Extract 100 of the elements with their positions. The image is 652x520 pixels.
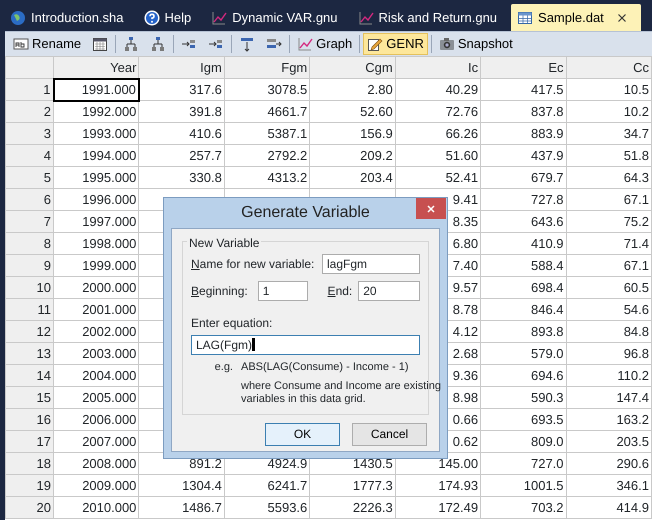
row-header[interactable]: 15 [6,386,54,408]
close-button[interactable] [416,198,446,219]
grid-cell[interactable]: 174.93 [395,474,481,496]
column-header[interactable]: Cc [566,56,652,78]
grid-cell[interactable]: 2006.000 [54,408,139,430]
column-header[interactable]: Igm [138,56,224,78]
document-tab[interactable]: Dynamic VAR.gnu [205,4,350,31]
grid-cell[interactable]: 5387.1 [224,122,310,144]
grid-cell[interactable]: 147.4 [566,386,652,408]
grid-cell[interactable]: 156.9 [310,122,396,144]
grid-cell[interactable]: 414.9 [566,496,652,518]
row-header[interactable]: 2 [6,100,54,122]
grid-cell[interactable]: 163.2 [566,408,652,430]
row-header[interactable]: 1 [6,78,54,100]
row-header[interactable]: 16 [6,408,54,430]
grid-cell[interactable]: 66.26 [395,122,481,144]
row-header[interactable]: 6 [6,188,54,210]
row-header[interactable]: 9 [6,254,54,276]
grid-cell[interactable]: 809.0 [480,430,566,452]
grid-cell[interactable]: 2792.2 [224,144,310,166]
grid-cell[interactable]: 1999.000 [54,254,139,276]
grid-cell[interactable]: 330.8 [138,166,224,188]
grid-cell[interactable]: 110.2 [566,364,652,386]
grid-cell[interactable]: 51.60 [395,144,481,166]
grid-cell[interactable]: 84.8 [566,320,652,342]
grid-cell[interactable]: 1996.000 [54,188,139,210]
grid-cell[interactable]: 290.6 [566,452,652,474]
grid-cell[interactable]: 1994.000 [54,144,139,166]
rename-button[interactable]: Rename [9,33,86,55]
grid-cell[interactable]: 72.76 [395,100,481,122]
grid-cell[interactable]: 1993.000 [54,122,139,144]
dialog-button[interactable]: Cancel [352,422,427,446]
document-tab[interactable]: Help [138,4,204,31]
genr-button[interactable]: GENR [363,33,428,55]
grid-cell[interactable]: 5593.6 [224,496,310,518]
grid-cell[interactable]: 2003.000 [54,342,139,364]
grid-cell[interactable]: 3078.5 [224,78,310,100]
grid-cell[interactable]: 837.8 [480,100,566,122]
grid-cell[interactable]: 590.3 [480,386,566,408]
column-header[interactable]: Ic [395,56,481,78]
grid-cell[interactable]: 1997.000 [54,210,139,232]
grid-cell[interactable]: 679.7 [480,166,566,188]
grid-cell[interactable]: 2005.000 [54,386,139,408]
grid-cell[interactable]: 2008.000 [54,452,139,474]
input-field[interactable]: 20 [358,281,420,301]
grid-cell[interactable]: 1998.000 [54,232,139,254]
graph-button[interactable]: Graph [293,33,356,55]
row-header[interactable]: 17 [6,430,54,452]
grid-cell[interactable]: 410.6 [138,122,224,144]
document-tab[interactable]: Sample.dat [511,4,641,31]
input-field[interactable]: 1 [258,281,308,301]
grid-cell[interactable]: 1486.7 [138,496,224,518]
grid-cell[interactable]: 60.5 [566,276,652,298]
row-header[interactable]: 19 [6,474,54,496]
camera-button[interactable]: Snapshot [434,33,517,55]
grid-cell[interactable]: 693.5 [480,408,566,430]
grid-cell[interactable]: 40.29 [395,78,481,100]
grid-cell[interactable]: 694.6 [480,364,566,386]
grid-cell[interactable]: 52.41 [395,166,481,188]
grid-cell[interactable]: 75.2 [566,210,652,232]
grid-cell[interactable]: 64.3 [566,166,652,188]
row-header[interactable]: 7 [6,210,54,232]
grid-cell[interactable]: 346.1 [566,474,652,496]
row-header[interactable]: 3 [6,122,54,144]
grid-cell[interactable]: 2001.000 [54,298,139,320]
column-header[interactable]: Year [54,56,139,78]
grid-cell[interactable]: 1001.5 [480,474,566,496]
equation-field[interactable]: LAG(Fgm) [191,335,420,355]
grid-cell[interactable]: 1304.4 [138,474,224,496]
grid-cell[interactable]: 883.9 [480,122,566,144]
grid-cell[interactable]: 172.49 [395,496,481,518]
row-header[interactable]: 11 [6,298,54,320]
grid-cell[interactable]: 2009.000 [54,474,139,496]
grid-cell[interactable]: 1777.3 [310,474,396,496]
row-header[interactable]: 10 [6,276,54,298]
row-header[interactable]: 18 [6,452,54,474]
grid-cell[interactable]: 52.60 [310,100,396,122]
grid-cell[interactable]: 437.9 [480,144,566,166]
row-header[interactable]: 8 [6,232,54,254]
row-header[interactable]: 4 [6,144,54,166]
grid-cell[interactable]: 51.8 [566,144,652,166]
grid-cell[interactable]: 54.6 [566,298,652,320]
grid-cell[interactable]: 1995.000 [54,166,139,188]
grid-cell[interactable]: 391.8 [138,100,224,122]
grid-cell[interactable]: 10.5 [566,78,652,100]
grid-cell[interactable]: 209.2 [310,144,396,166]
row-header[interactable]: 13 [6,342,54,364]
grid-cell[interactable]: 893.8 [480,320,566,342]
grid-cell[interactable]: 2004.000 [54,364,139,386]
input-field[interactable]: lagFgm [322,254,420,274]
grid-cell[interactable]: 1992.000 [54,100,139,122]
grid-cell[interactable]: 203.4 [310,166,396,188]
grid-cell[interactable]: 203.5 [566,430,652,452]
column-header[interactable]: Fgm [224,56,310,78]
grid-cell[interactable]: 2.80 [310,78,396,100]
grid-cell[interactable]: 1991.000 [54,78,139,100]
grid-cell[interactable]: 4661.7 [224,100,310,122]
grid-cell[interactable]: 317.6 [138,78,224,100]
grid-cell[interactable]: 4313.2 [224,166,310,188]
grid-cell[interactable]: 698.4 [480,276,566,298]
